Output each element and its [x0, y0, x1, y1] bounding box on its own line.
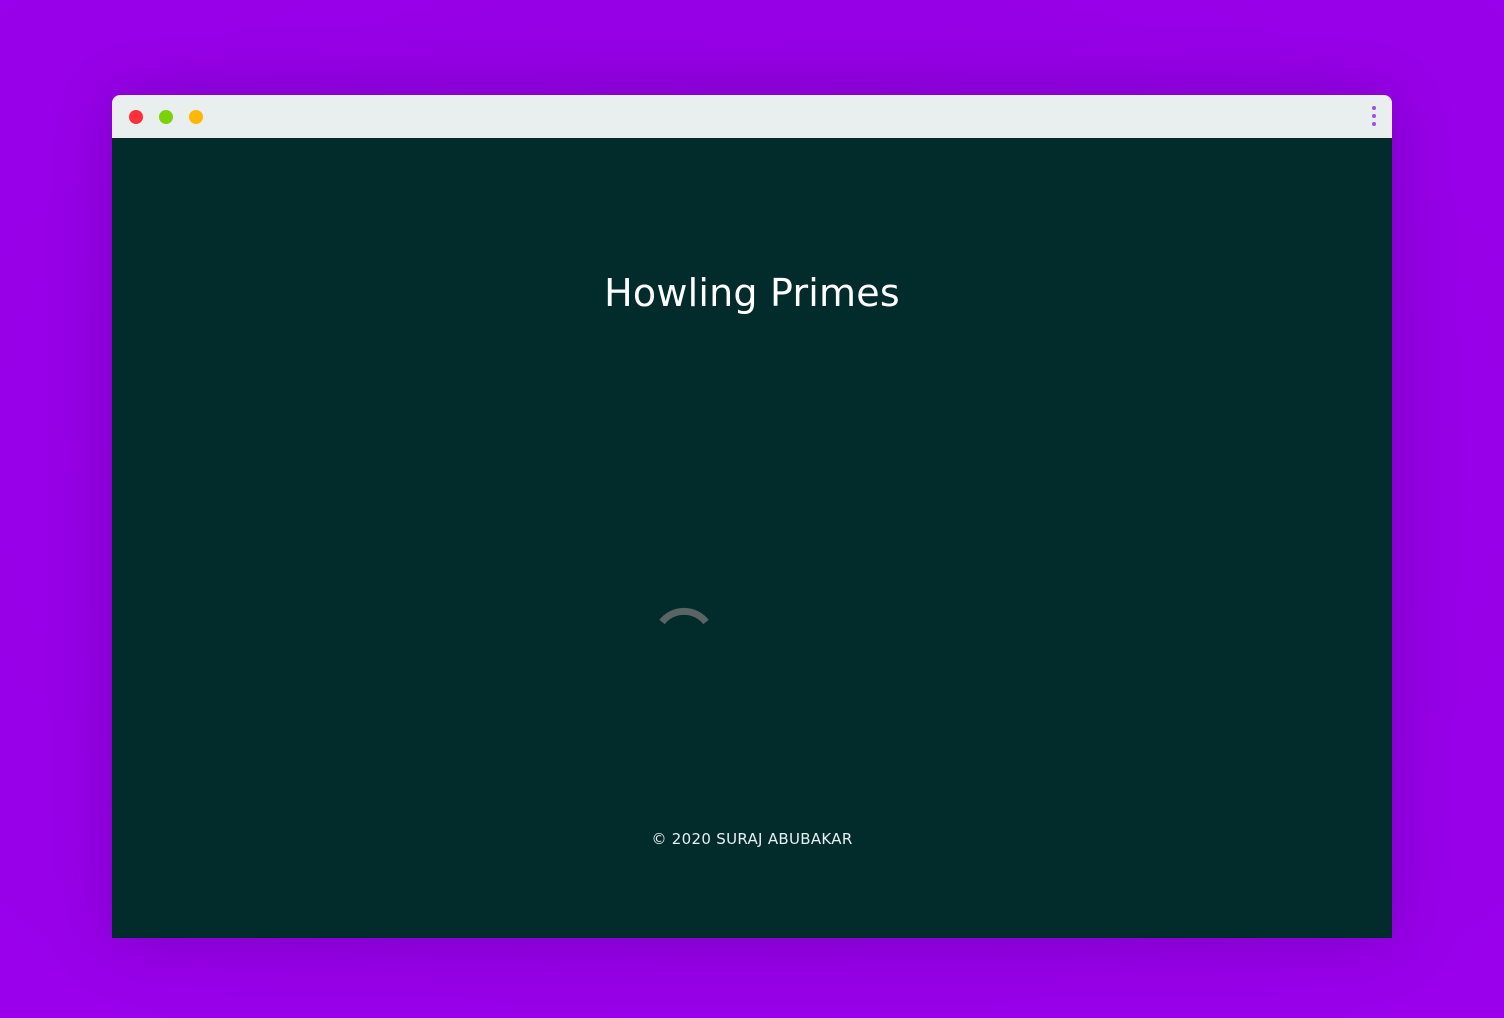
- browser-window: Howling Primes © 2020 SURAJ ABUBAKAR: [112, 95, 1392, 938]
- kebab-dot: [1372, 122, 1376, 126]
- window-titlebar: [112, 95, 1392, 138]
- page-title: Howling Primes: [604, 271, 900, 315]
- loading-spinner-icon: [659, 607, 709, 625]
- maximize-button[interactable]: [189, 110, 203, 124]
- spinner-arc: [659, 607, 709, 625]
- kebab-dot: [1372, 114, 1376, 118]
- minimize-button[interactable]: [159, 110, 173, 124]
- footer-copyright: © 2020 SURAJ ABUBAKAR: [651, 830, 853, 848]
- kebab-menu-icon[interactable]: [1370, 105, 1378, 129]
- page-content: Howling Primes © 2020 SURAJ ABUBAKAR: [112, 138, 1392, 938]
- kebab-dot: [1372, 106, 1376, 110]
- close-button[interactable]: [129, 110, 143, 124]
